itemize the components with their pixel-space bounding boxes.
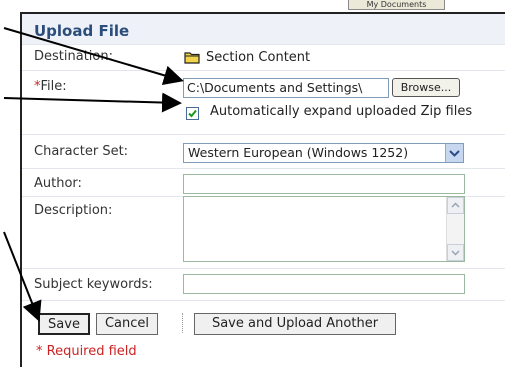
my-documents-tab[interactable]: My Documents [348,0,445,10]
dialog-title: Upload File [34,22,130,40]
charset-label: Character Set: [34,144,129,159]
charset-select[interactable]: Western European (Windows 1252) [183,143,464,163]
save-button[interactable]: Save [38,313,90,335]
author-label: Author: [34,176,82,191]
destination-value: Section Content [206,50,311,65]
required-field-note: * Required field [36,344,137,359]
keywords-input[interactable] [183,274,465,294]
cancel-button[interactable]: Cancel [96,313,158,335]
charset-select-value: Western European (Windows 1252) [188,145,409,160]
author-input[interactable] [183,174,465,194]
scroll-up-icon[interactable] [447,197,464,214]
scroll-down-icon[interactable] [447,244,464,261]
upload-file-dialog: Upload File Destination: Section Content… [20,12,505,367]
dialog-title-bar: Upload File [22,14,505,44]
button-separator [182,313,183,333]
save-and-upload-another-button[interactable]: Save and Upload Another [194,313,396,335]
checkmark-icon [188,109,197,118]
description-scrollbar[interactable] [446,197,464,261]
auto-expand-checkbox[interactable] [186,107,199,120]
description-textarea[interactable] [183,196,465,262]
auto-expand-label: Automatically expand uploaded Zip files [210,104,473,119]
description-label: Description: [34,203,113,218]
file-path-input[interactable]: C:\Documents and Settings\ [183,78,389,98]
browse-button[interactable]: Browse... [392,78,460,97]
keywords-label: Subject keywords: [34,277,153,292]
folder-icon [184,52,200,64]
destination-label: Destination: [34,49,113,64]
file-label: *File: [34,79,67,94]
chevron-down-icon[interactable] [445,144,463,162]
file-label-text: File: [40,79,67,94]
